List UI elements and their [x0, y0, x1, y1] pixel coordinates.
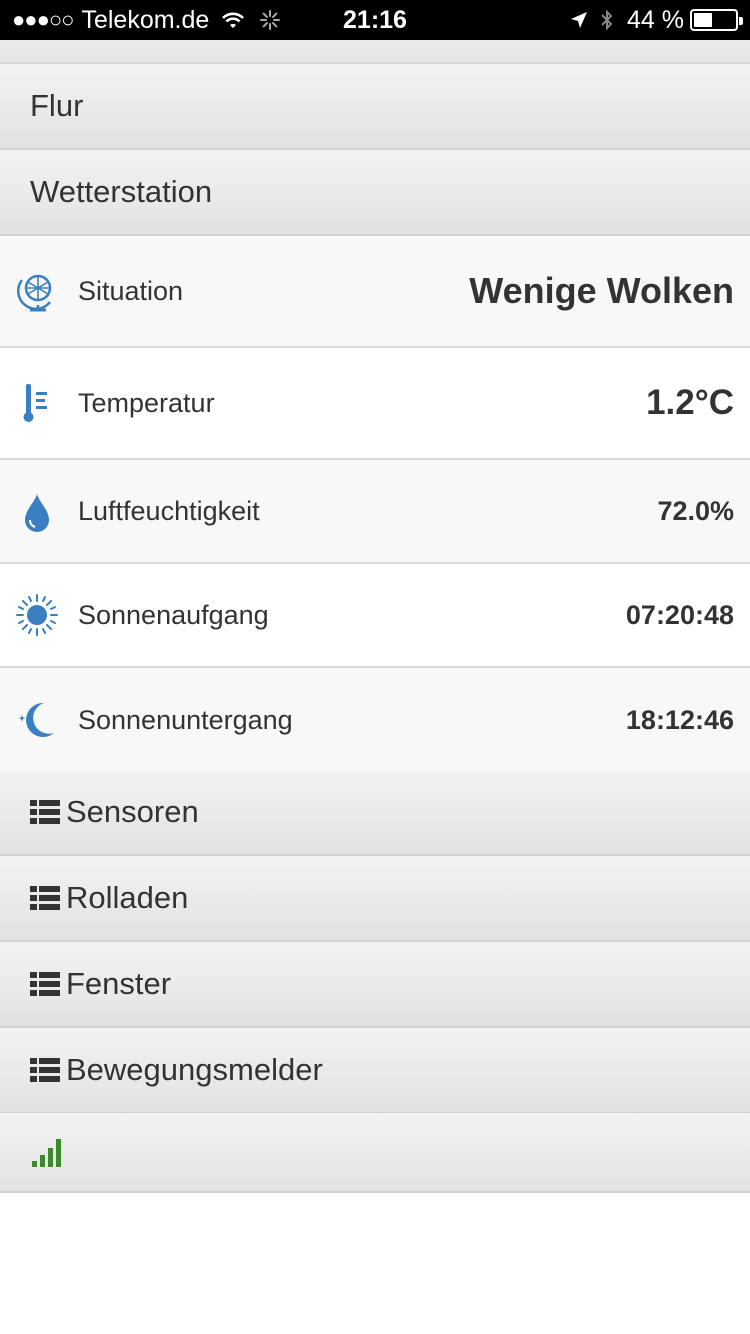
sunset-value: 18:12:46 [625, 704, 734, 735]
weather-sunrise-row: Sonnenaufgang 07:20:48 [0, 564, 750, 668]
weather-sunset-row: Sonnenuntergang 18:12:46 [0, 668, 750, 772]
sunrise-value: 07:20:48 [625, 599, 734, 630]
situation-value: Wenige Wolken [469, 270, 734, 311]
battery-icon [690, 9, 743, 31]
water-drop-icon [25, 494, 49, 532]
group-rolladen[interactable]: Rolladen [0, 856, 750, 942]
group-rolladen-label: Rolladen [66, 880, 189, 915]
list-icon [30, 886, 60, 910]
sunset-label: Sonnenuntergang [78, 704, 293, 735]
list-icon [30, 1058, 60, 1082]
thermometer-icon [23, 384, 47, 422]
humidity-label: Luftfeuchtigkeit [78, 495, 260, 526]
room-wetterstation-label: Wetterstation [30, 174, 213, 209]
sunrise-label: Sonnenaufgang [78, 599, 269, 630]
room-wetterstation[interactable]: Wetterstation [0, 150, 750, 236]
humidity-value: 72.0% [657, 495, 734, 526]
status-bar: ●●●○○ Telekom.de 21:16 44 % [0, 0, 750, 40]
group-sensoren-label: Sensoren [66, 794, 199, 829]
room-flur-label: Flur [30, 88, 84, 123]
weather-situation-row: Situation Wenige Wolken [0, 236, 750, 348]
bluetooth-icon [601, 9, 613, 31]
location-arrow-icon [571, 12, 588, 28]
globe-icon [16, 274, 52, 312]
group-bewegungsmelder[interactable]: Bewegungsmelder [0, 1028, 750, 1114]
weather-temperature-row: Temperatur 1.2°C [0, 348, 750, 460]
temperature-label: Temperatur [78, 387, 215, 418]
signal-strength-icon [32, 1139, 61, 1167]
group-fenster-label: Fenster [66, 966, 172, 1001]
room-flur[interactable]: Flur [0, 64, 750, 150]
weather-humidity-row: Luftfeuchtigkeit 72.0% [0, 460, 750, 564]
list-icon [30, 972, 60, 996]
list-icon [30, 800, 60, 824]
battery-percentage: 44 % [627, 5, 684, 34]
connection-status-row[interactable] [0, 1113, 750, 1193]
group-fenster[interactable]: Fenster [0, 942, 750, 1028]
group-bewegungsmelder-label: Bewegungsmelder [66, 1052, 323, 1087]
list-top-strip [0, 40, 750, 64]
situation-label: Situation [78, 275, 184, 306]
group-sensoren[interactable]: Sensoren [0, 770, 750, 856]
temperature-value: 1.2°C [646, 383, 734, 422]
sun-icon [16, 594, 58, 636]
moon-icon [18, 702, 54, 737]
